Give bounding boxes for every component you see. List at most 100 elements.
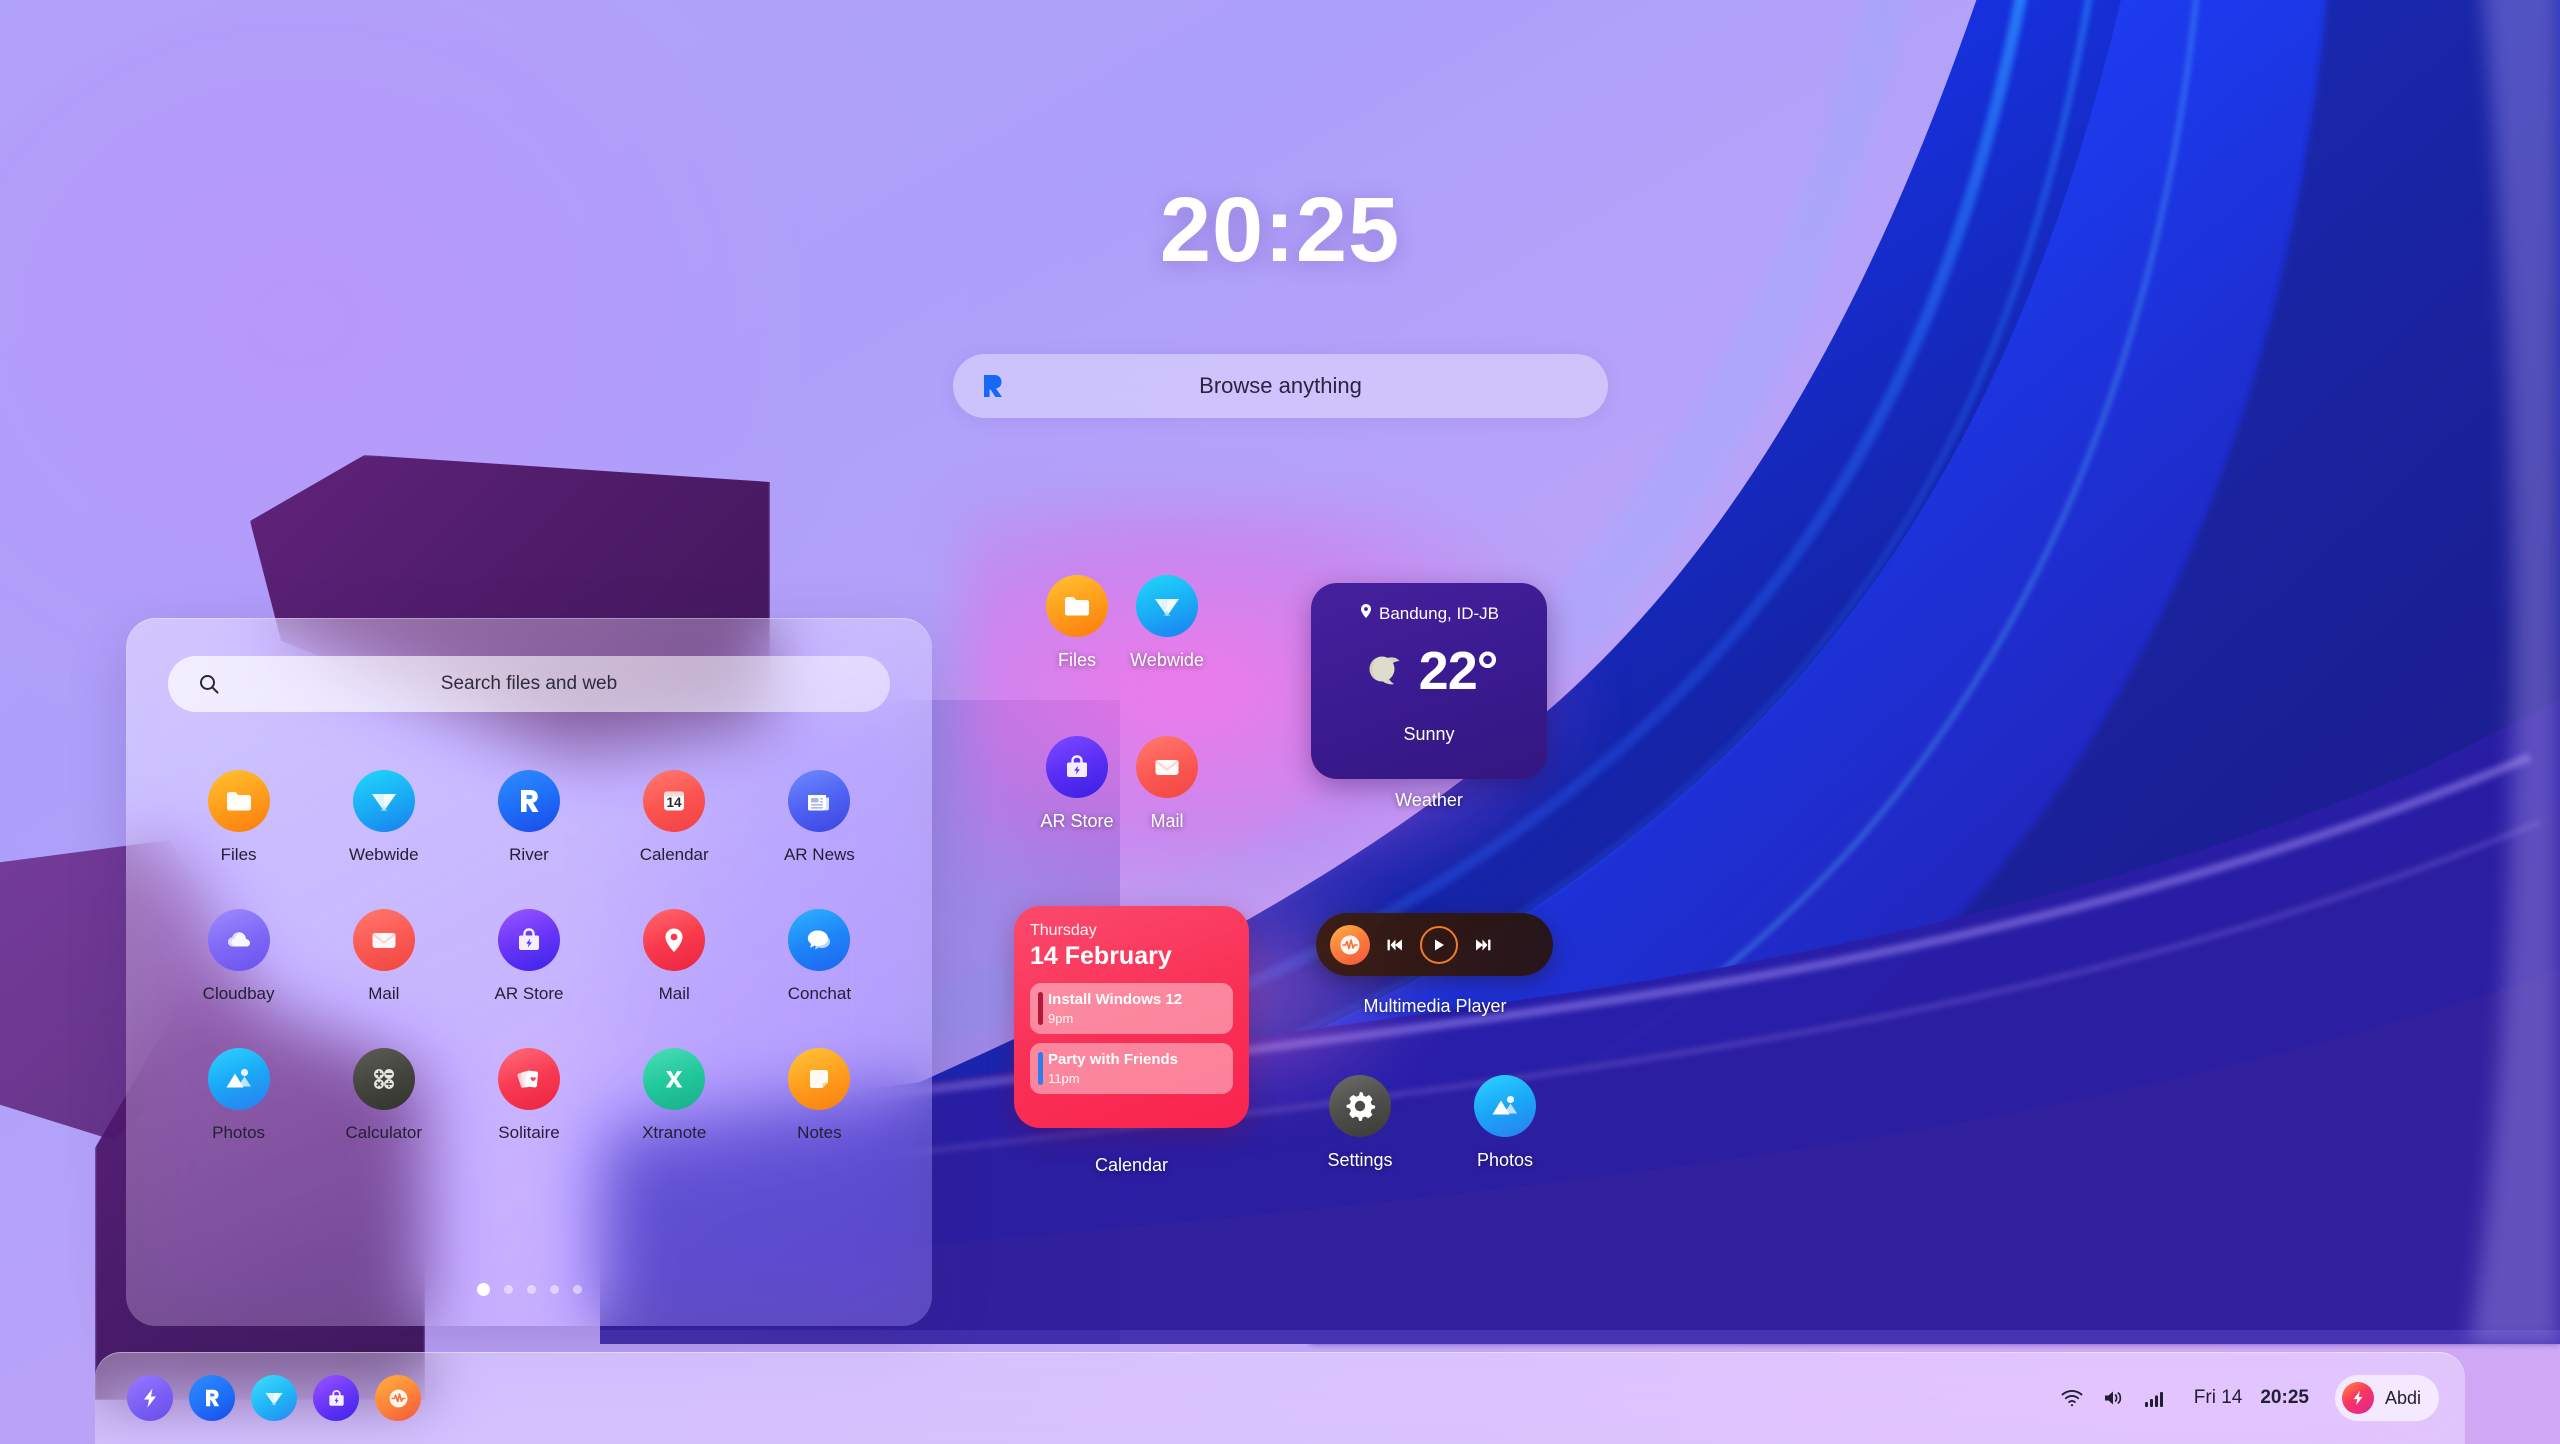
cards-icon [497,1048,560,1110]
page-dot-1[interactable] [476,1283,490,1296]
desktop-icon-mail[interactable]: Mail [1102,736,1232,832]
launcher-app-conchat[interactable]: Conchat [747,909,892,1004]
gear-icon [1329,1075,1391,1137]
multimedia-player-widget[interactable] [1316,913,1553,976]
svg-text:14: 14 [667,795,683,810]
weather-condition: Sunny [1403,724,1455,744]
skip-previous-icon[interactable] [1384,934,1406,956]
avatar [2341,1382,2374,1414]
mail-envelope-icon [1136,736,1198,798]
desktop-icon-photos[interactable]: Photos [1440,1075,1570,1171]
ar-store-bag-icon [313,1375,359,1421]
launcher-app-mail[interactable]: Mail [311,909,456,1004]
launcher-app-photos[interactable]: Photos [166,1048,311,1143]
page-dot-2[interactable] [503,1285,513,1294]
launcher-page-dots[interactable] [126,1283,932,1296]
desktop-clock: 20:25 [1159,179,1401,281]
chat-bubble-icon [788,909,851,971]
volume-icon[interactable] [2102,1388,2126,1408]
cellular-signal-icon[interactable] [2144,1388,2166,1408]
user-account-button[interactable]: Abdi [2334,1375,2439,1421]
photos-mountain-icon [207,1048,270,1110]
desktop-icon-label: Webwide [1130,650,1204,670]
taskbar-app-webwide[interactable] [251,1375,297,1421]
launcher-app-label: Xtranote [642,1123,707,1142]
calendar-event-title: Party with Friends [1048,1051,1179,1068]
desktop-icon-label: Mail [1150,811,1184,831]
files-folder-icon [207,770,270,832]
launcher-app-webwide[interactable]: Webwide [311,770,456,865]
launcher-app-label: Mail [368,984,400,1003]
launcher-app-calendar[interactable]: 14 Calendar [602,770,747,865]
calculator-icon [352,1048,415,1110]
music-wave-icon [375,1375,421,1421]
calendar-widget-label: Calendar [1094,1155,1169,1175]
ar-store-bag-icon [1046,736,1108,798]
calendar-event-time: 9pm [1048,1011,1074,1026]
taskbar: Fri 14 20:25 Abdi [95,1352,2465,1444]
ar-store-bag-icon [497,909,560,971]
calendar-event[interactable]: Party with Friends 11pm [1030,1043,1233,1094]
taskbar-app-ar-store[interactable] [313,1375,359,1421]
page-dot-3[interactable] [526,1285,536,1294]
launcher-app-label: Conchat [787,984,852,1003]
taskbar-app-list [127,1375,421,1421]
launcher-app-ar-news[interactable]: AR News [747,770,892,865]
webwide-icon [352,770,415,832]
page-dot-5[interactable] [572,1285,582,1294]
location-pin-icon [1359,603,1373,624]
desktop-icon-settings[interactable]: Settings [1295,1075,1425,1171]
launcher-app-files[interactable]: Files [166,770,311,865]
calendar-event[interactable]: Install Windows 12 9pm [1030,983,1233,1034]
desktop-screen: 20:25 Browse anything Files Webwide AR S… [0,0,2560,1444]
launcher-app-notes[interactable]: Notes [747,1048,892,1143]
launcher-app-label: Webwide [348,845,419,864]
launcher-app-calculator[interactable]: Calculator [311,1048,456,1143]
desktop-icon-label: Photos [1476,1150,1534,1170]
webwide-icon [251,1375,297,1421]
calendar-event-time: 11pm [1048,1071,1080,1086]
wifi-icon[interactable] [2060,1388,2084,1408]
launcher-app-ar-store[interactable]: AR Store [456,909,601,1004]
weather-widget[interactable]: Bandung, ID-JB 22° Sunny [1311,583,1547,779]
page-dot-4[interactable] [549,1285,559,1294]
launcher-app-label: River [509,845,549,864]
launcher-app-river[interactable]: River [456,770,601,865]
river-logo-icon [189,1375,235,1421]
browse-anything-bar[interactable]: Browse anything [953,354,1608,418]
launcher-app-label: Mail [658,984,690,1003]
taskbar-time[interactable]: 20:25 [2260,1387,2309,1409]
launcher-app-label: AR News [783,845,855,864]
skip-next-icon[interactable] [1472,934,1494,956]
note-page-icon [788,1048,851,1110]
launcher-search-input[interactable]: Search files and web [168,656,890,712]
launcher-app-xtranote[interactable]: Xtranote [602,1048,747,1143]
browse-bar-placeholder: Browse anything [1199,373,1362,398]
launcher-app-label: AR Store [494,984,564,1003]
taskbar-start-button[interactable] [127,1375,173,1421]
cloud-icon [207,909,270,971]
calendar-day: Thursday [1030,922,1097,939]
weather-widget-label: Weather [1395,790,1463,810]
weather-location: Bandung, ID-JB [1378,603,1499,623]
play-icon[interactable] [1420,925,1458,964]
taskbar-app-river[interactable] [189,1375,235,1421]
taskbar-app-music[interactable] [375,1375,421,1421]
user-name: Abdi [2384,1387,2421,1408]
desktop-icon-webwide[interactable]: Webwide [1102,575,1232,671]
news-icon [788,770,851,832]
launcher-app-label: Files [220,845,257,864]
launcher-app-solitaire[interactable]: Solitaire [456,1048,601,1143]
launcher-app-cloudbay[interactable]: Cloudbay [166,909,311,1004]
calendar-event-accent [1038,1052,1043,1085]
calendar-widget[interactable]: Thursday 14 February Install Windows 12 … [1014,906,1249,1128]
location-pin-icon [643,909,706,971]
calendar-14-icon: 14 [643,770,706,832]
launcher-app-maps[interactable]: Mail [602,909,747,1004]
launcher-app-grid: Files Webwide River 14 Calendar AR News … [166,770,892,1143]
taskbar-date[interactable]: Fri 14 [2194,1387,2243,1409]
app-launcher-panel: Search files and web Files Webwide River… [126,618,932,1326]
media-widget-label: Multimedia Player [1363,996,1507,1016]
moon-icon [1361,646,1407,697]
calendar-event-title: Install Windows 12 [1048,991,1183,1008]
